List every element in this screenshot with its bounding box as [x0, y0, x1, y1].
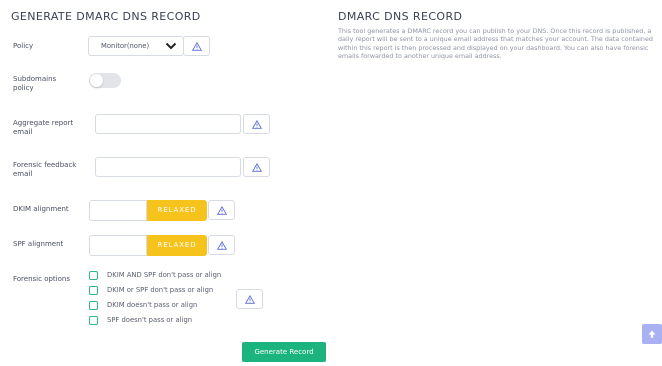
aggregate-label: Aggregate report email	[13, 119, 73, 136]
subdomains-label-line1: Subdomains	[13, 75, 57, 83]
info-description: This tool generates a DMARC record you c…	[338, 27, 653, 61]
info-title: DMARC DNS RECORD	[338, 10, 463, 23]
generator-title: GENERATE DMARC DNS RECORD	[11, 10, 201, 23]
forensic-options-info-button[interactable]	[236, 289, 263, 309]
subdomains-toggle[interactable]	[89, 73, 121, 88]
option-checkbox[interactable]	[89, 301, 98, 310]
option-label: SPF doesn't pass or align	[107, 316, 193, 324]
aggregate-label-line2: email	[13, 127, 33, 136]
aggregate-label-line1: Aggregate report	[13, 119, 74, 127]
forensic-options-label: Forensic options	[13, 275, 70, 283]
dkim-info-button[interactable]	[208, 200, 235, 220]
dkim-alignment-label: DKIM alignment	[13, 205, 69, 213]
forensic-email-input[interactable]	[95, 157, 241, 177]
warning-triangle-icon	[252, 120, 262, 129]
spf-info-button[interactable]	[208, 235, 235, 255]
dkim-relaxed-button[interactable]: RELAXED	[147, 200, 207, 221]
option-checkbox[interactable]	[89, 286, 98, 295]
policy-label: Policy	[13, 42, 34, 50]
spf-alignment-input[interactable]	[89, 235, 147, 256]
arrow-up-icon	[648, 330, 656, 338]
spf-alignment-label: SPF alignment	[13, 240, 64, 248]
aggregate-info-button[interactable]	[243, 114, 270, 134]
policy-select-value: Monitor(none)	[101, 42, 150, 50]
warning-triangle-icon	[192, 42, 202, 51]
forensic-label-line2: email	[13, 169, 33, 178]
toggle-knob	[90, 74, 103, 87]
policy-select[interactable]: Monitor(none)	[88, 36, 184, 56]
chevron-down-icon	[165, 42, 177, 50]
scroll-top-button[interactable]	[642, 324, 662, 344]
option-label: DKIM doesn't pass or align	[107, 301, 198, 309]
warning-triangle-icon	[245, 295, 255, 304]
warning-triangle-icon	[217, 206, 227, 215]
option-checkbox[interactable]	[89, 271, 98, 280]
warning-triangle-icon	[252, 163, 262, 172]
forensic-label-line1: Forensic feedback	[13, 161, 77, 169]
subdomains-label-line2: policy	[13, 83, 34, 92]
aggregate-email-input[interactable]	[95, 114, 241, 134]
generate-record-button[interactable]: Generate Record	[242, 342, 326, 362]
subdomains-label: Subdomains policy	[13, 75, 56, 92]
spf-relaxed-button[interactable]: RELAXED	[147, 235, 207, 256]
forensic-info-button[interactable]	[243, 157, 270, 177]
policy-info-button[interactable]	[183, 36, 210, 56]
option-label: DKIM or SPF don't pass or align	[107, 286, 214, 294]
dkim-alignment-input[interactable]	[89, 200, 147, 221]
forensic-label: Forensic feedback email	[13, 161, 76, 178]
option-label: DKIM AND SPF don't pass or align	[107, 271, 222, 279]
option-checkbox[interactable]	[89, 316, 98, 325]
warning-triangle-icon	[217, 241, 227, 250]
